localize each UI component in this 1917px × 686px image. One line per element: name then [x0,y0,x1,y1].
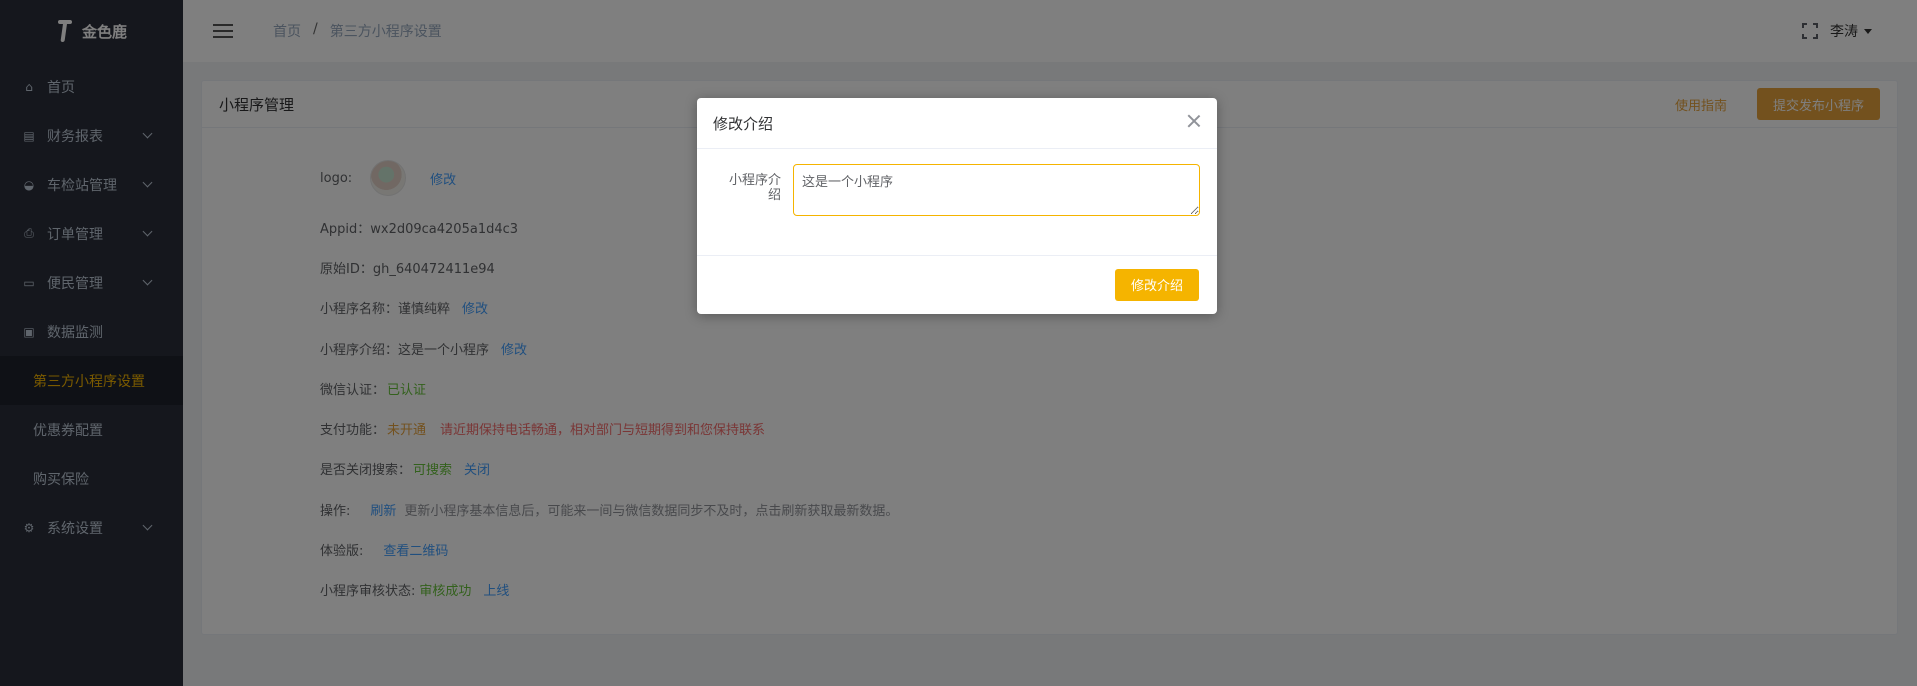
close-icon[interactable] [1187,114,1201,128]
dialog-title: 修改介绍 [713,114,774,133]
intro-textarea[interactable]: 这是一个小程序 [793,164,1200,216]
edit-intro-dialog: 修改介绍 小程序介绍 这是一个小程序 修改介绍 [697,98,1217,314]
dialog-body: 小程序介绍 这是一个小程序 [697,149,1217,256]
dialog-header: 修改介绍 [697,98,1217,149]
confirm-edit-intro-button[interactable]: 修改介绍 [1114,268,1199,301]
intro-field-label: 小程序介绍 [728,173,781,203]
dialog-footer: 修改介绍 [697,256,1217,313]
